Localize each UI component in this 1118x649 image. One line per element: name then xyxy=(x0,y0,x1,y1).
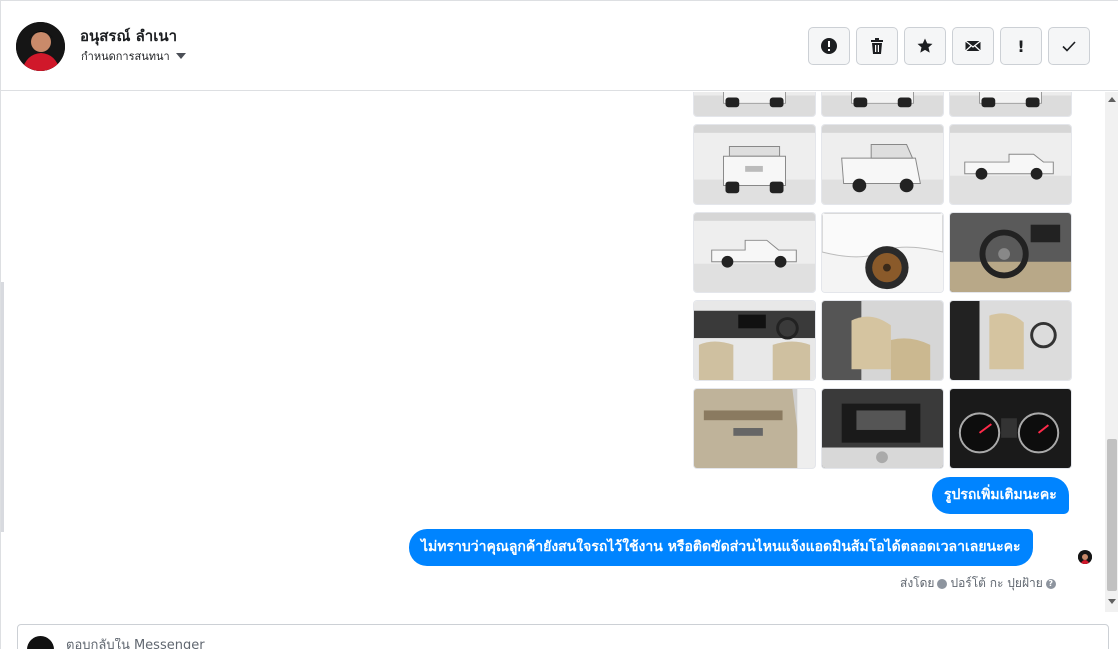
message-thread[interactable]: รูปรถเพิ่มเติมนะคะ ไม่ทราบว่าคุณลูกค้ายั… xyxy=(1,92,1105,612)
assign-conversation-dropdown[interactable]: กำหนดการสนทนา xyxy=(81,47,186,65)
car-photo[interactable] xyxy=(949,300,1072,381)
scroll-down-arrow-icon[interactable] xyxy=(1108,599,1116,604)
page-avatar xyxy=(27,636,54,649)
car-photo[interactable] xyxy=(693,388,816,469)
thread-scrollbar[interactable] xyxy=(1105,92,1118,612)
scroll-thumb[interactable] xyxy=(1107,439,1117,591)
contact-avatar[interactable] xyxy=(16,22,65,71)
car-photo[interactable] xyxy=(821,388,944,469)
mark-unread-button[interactable] xyxy=(952,27,994,65)
inbox-conversation: อนุสรณ์ ลำเนา กำหนดการสนทนา ! รูปรถเพิ่ม… xyxy=(0,0,1118,649)
car-photo[interactable] xyxy=(949,124,1072,205)
mark-spam-button[interactable] xyxy=(808,27,850,65)
sent-by-info: ส่งโดย ปอร์โต้ กะ ปุยฝ้าย ? xyxy=(900,574,1056,593)
mark-done-button[interactable] xyxy=(1048,27,1090,65)
scroll-up-arrow-icon[interactable] xyxy=(1108,97,1116,102)
conversation-header: อนุสรณ์ ลำเนา กำหนดการสนทนา ! xyxy=(1,1,1118,91)
car-photo[interactable] xyxy=(949,388,1072,469)
message-bubble-outgoing[interactable]: รูปรถเพิ่มเติมนะคะ xyxy=(932,477,1069,514)
car-photo[interactable] xyxy=(693,124,816,205)
alert-circle-icon xyxy=(821,38,837,54)
caret-down-icon xyxy=(175,53,186,59)
verified-icon xyxy=(937,578,948,589)
car-photo[interactable] xyxy=(821,92,944,117)
panel-divider xyxy=(1,282,4,532)
star-button[interactable] xyxy=(904,27,946,65)
envelope-icon xyxy=(965,40,981,52)
follow-up-button[interactable]: ! xyxy=(1000,27,1042,65)
sent-by-name[interactable]: ปอร์โต้ กะ ปุยฝ้าย xyxy=(950,574,1042,593)
car-photo[interactable] xyxy=(821,124,944,205)
seen-avatar xyxy=(1078,550,1092,564)
car-photo[interactable] xyxy=(949,212,1072,293)
message-bubble-outgoing[interactable]: ไม่ทราบว่าคุณลูกค้ายังสนใจรถไว้ใช้งาน หร… xyxy=(409,529,1033,566)
checkmark-icon xyxy=(1062,41,1076,52)
photo-gallery xyxy=(693,92,1072,469)
car-photo[interactable] xyxy=(821,212,944,293)
car-photo[interactable] xyxy=(821,300,944,381)
conversation-actions: ! xyxy=(808,27,1090,65)
reply-input[interactable] xyxy=(66,638,666,649)
car-photo[interactable] xyxy=(693,300,816,381)
reply-composer xyxy=(17,624,1109,649)
trash-icon xyxy=(871,38,883,54)
car-photo[interactable] xyxy=(693,212,816,293)
contact-name[interactable]: อนุสรณ์ ลำเนา xyxy=(80,24,177,48)
exclamation-icon: ! xyxy=(1017,36,1025,56)
car-photo[interactable] xyxy=(949,92,1072,117)
car-photo[interactable] xyxy=(693,92,816,117)
sent-by-prefix: ส่งโดย xyxy=(900,576,935,590)
help-icon[interactable]: ? xyxy=(1045,578,1056,589)
star-icon xyxy=(917,38,933,53)
assign-label: กำหนดการสนทนา xyxy=(81,50,170,63)
delete-button[interactable] xyxy=(856,27,898,65)
